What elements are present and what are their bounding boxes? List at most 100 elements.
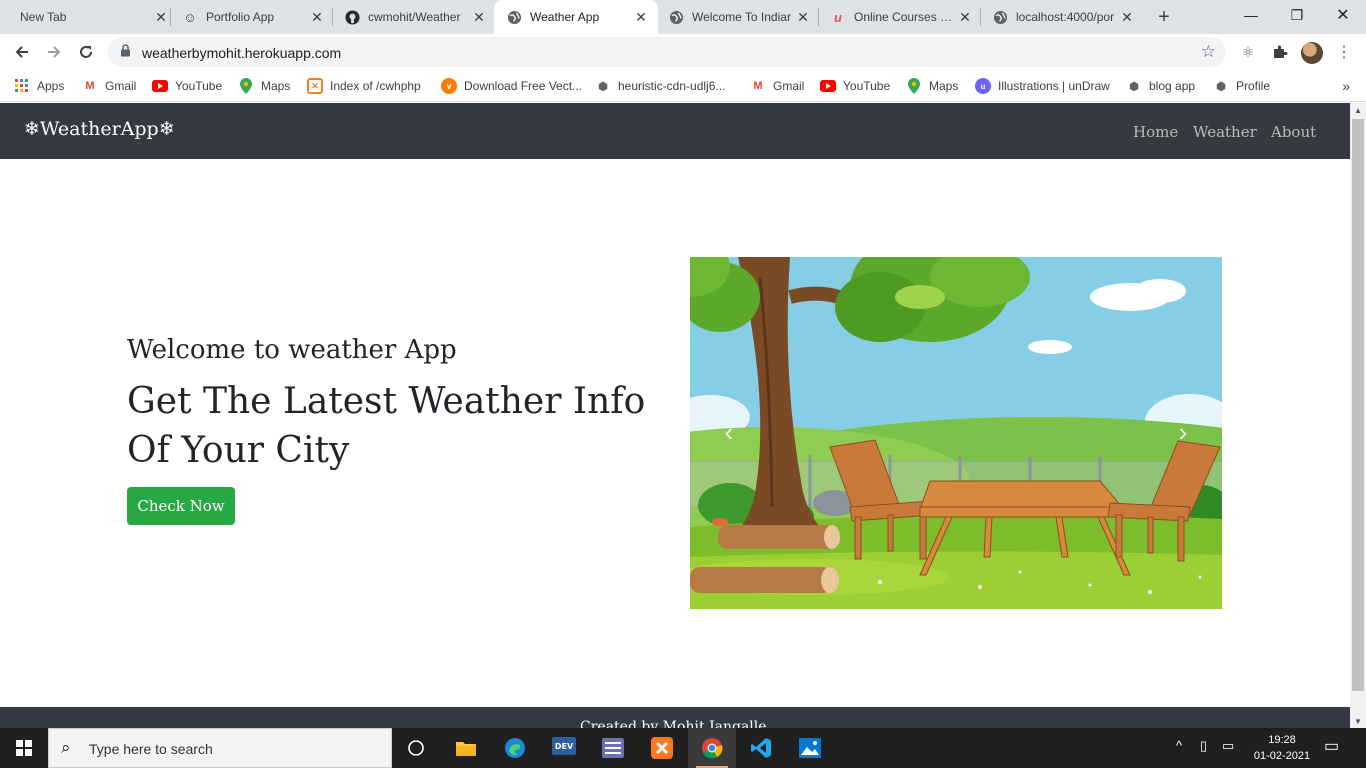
vscode-button[interactable] [737,728,785,768]
show-hidden-icons[interactable]: ^ [1176,738,1182,753]
page-scrollbar[interactable]: ▲ ▼ [1350,103,1366,728]
notifications-icon[interactable]: ▭ [1324,736,1339,756]
check-now-button[interactable]: Check Now [127,487,235,525]
dev-app-button[interactable]: DEV [540,728,588,768]
bookmark-youtube-2[interactable]: YouTube [820,78,890,94]
maps-pin-icon [238,78,254,94]
globe-icon [992,9,1008,25]
close-icon[interactable]: ✕ [1118,8,1136,26]
bookmark-maps-2[interactable]: Maps [906,78,958,94]
new-tab-button[interactable]: + [1152,5,1176,29]
tab-localhost[interactable]: localhost:4000/por ✕ [982,0,1142,34]
profile-avatar[interactable] [1301,42,1323,64]
park-illustration [690,257,1222,609]
close-icon[interactable]: ✕ [632,8,650,26]
close-icon[interactable]: ✕ [956,8,974,26]
file-explorer-button[interactable] [442,728,490,768]
taskbar-clock[interactable]: 19:28 01-02-2021 [1250,732,1314,764]
start-button[interactable] [0,728,48,768]
globe-icon [668,9,684,25]
xampp-button[interactable] [638,728,686,768]
menu-kebab-icon[interactable]: ⋮ [1334,42,1354,62]
hero-headline: Get The Latest Weather Info Of Your City [127,381,646,471]
tab-welcome-india[interactable]: Welcome To Indiar ✕ [658,0,818,34]
back-button[interactable] [8,38,36,66]
bookmarks-bar: Apps M Gmail YouTube Maps ✕ Index of /cw… [0,70,1366,102]
gmail-icon: M [753,80,763,92]
carousel-prev-icon[interactable]: ‹ [714,415,744,449]
nav-weather-link[interactable]: Weather [1193,123,1257,141]
battery-icon[interactable]: ▭ [1222,738,1234,754]
tab-strip: New Tab ✕ ☺ Portfolio App ✕ cwmohit/Weat… [0,0,1366,34]
tab-separator [980,8,981,26]
bookmark-vecteezy[interactable]: v Download Free Vect... [441,78,582,94]
bookmark-profile[interactable]: ⬢ Profile [1213,78,1270,94]
tab-weather-app[interactable]: Weather App ✕ [494,0,658,34]
extensions-puzzle-icon[interactable] [1270,42,1290,62]
windows-taskbar: ⌕ Type here to search DEV ^ ▯ ▭ 19:28 01… [0,728,1366,768]
scroll-down-icon[interactable]: ▼ [1354,717,1362,726]
site-navbar: ❄WeatherApp❄ Home Weather About [0,103,1350,159]
minimize-button[interactable]: — [1228,0,1274,30]
cube-icon: ⬢ [1216,80,1226,93]
site-brand[interactable]: ❄WeatherApp❄ [24,118,175,140]
reload-button[interactable] [72,38,100,66]
folder-icon [456,742,476,756]
search-icon: ⌕ [61,738,71,757]
bookmark-gmail-2[interactable]: M Gmail [750,78,804,94]
close-icon[interactable]: ✕ [470,8,488,26]
url-text: weatherbymohit.herokuapp.com [142,45,342,61]
forward-button[interactable] [40,38,68,66]
bookmark-youtube[interactable]: YouTube [152,78,222,94]
device-icon[interactable]: ▯ [1200,738,1207,754]
photos-icon [799,738,821,758]
tab-new-tab[interactable]: New Tab ✕ [8,0,170,34]
address-bar[interactable]: weatherbymohit.herokuapp.com ☆ [108,37,1226,67]
nav-about-link[interactable]: About [1271,123,1316,141]
cube-icon: ⬢ [1129,80,1139,93]
clock-date: 01-02-2021 [1253,750,1311,762]
tab-github[interactable]: cwmohit/Weather ✕ [334,0,494,34]
bookmark-label: Maps [261,79,291,93]
close-icon[interactable]: ✕ [794,8,812,26]
close-icon[interactable]: ✕ [308,8,326,26]
close-icon[interactable]: ✕ [152,8,170,26]
task-view-button[interactable] [392,728,440,768]
bookmarks-overflow-button[interactable]: » [1342,78,1350,94]
chrome-icon [702,738,723,759]
bookmark-blog-app[interactable]: ⬢ blog app [1126,78,1195,94]
bookmark-gmail[interactable]: M Gmail [82,78,136,94]
reload-icon [80,46,92,58]
maps-pin-icon [906,78,922,94]
bookmark-maps[interactable]: Maps [238,78,290,94]
xampp-control-button[interactable] [589,728,637,768]
bookmark-heuristic-cdn[interactable]: ⬢ heuristic-cdn-udlj6... [595,78,725,94]
react-devtools-icon[interactable]: ⚛ [1238,42,1258,62]
close-window-button[interactable]: ✕ [1320,0,1366,30]
carousel-next-icon[interactable]: › [1168,415,1198,449]
bookmark-index-cwhphp[interactable]: ✕ Index of /cwhphp [307,78,421,94]
photos-button[interactable] [786,728,834,768]
gmail-icon: M [85,80,95,92]
scroll-up-icon[interactable]: ▲ [1354,106,1362,115]
bookmark-undraw[interactable]: u Illustrations | unDraw [975,78,1110,94]
xampp-icon [651,737,673,759]
smiley-icon: ☺ [183,9,197,25]
tab-online-courses[interactable]: u Online Courses - A ✕ [820,0,980,34]
cube-icon: ⬢ [598,80,608,93]
chrome-button[interactable] [688,728,736,768]
bookmark-apps[interactable]: Apps [14,78,64,94]
nav-home-link[interactable]: Home [1133,123,1178,141]
site-footer: Created by Mohit Jangalle ... [0,707,1350,728]
bookmark-star-icon[interactable]: ☆ [1201,42,1216,62]
task-view-icon [408,740,424,756]
restore-button[interactable]: ❐ [1274,0,1320,30]
tab-portfolio-app[interactable]: ☺ Portfolio App ✕ [172,0,332,34]
scrollbar-thumb[interactable] [1352,119,1364,691]
taskbar-search-box[interactable]: ⌕ Type here to search [48,728,392,768]
udemy-icon: u [834,9,842,25]
vscode-icon [751,738,771,758]
bookmark-label: Gmail [105,79,137,93]
edge-button[interactable] [491,728,539,768]
tab-separator [170,8,171,26]
